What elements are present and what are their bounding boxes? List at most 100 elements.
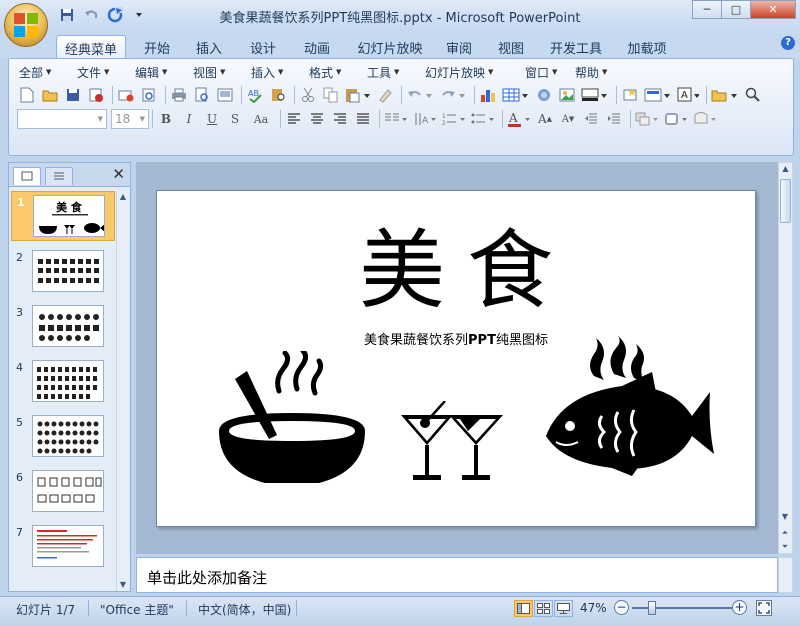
tab-home[interactable]: 开始 (136, 35, 178, 58)
redo-icon[interactable] (438, 85, 468, 105)
zoom-out-button[interactable]: − (614, 600, 629, 615)
slideshow-button[interactable] (554, 600, 573, 617)
tab-view[interactable]: 视图 (490, 35, 532, 58)
new-slide-icon[interactable] (620, 85, 640, 105)
slide-canvas[interactable]: 美食 美食果蔬餐饮系列PPT纯黑图标 (156, 190, 756, 527)
columns-icon[interactable] (383, 109, 409, 129)
tab-insert[interactable]: 插入 (188, 35, 230, 58)
clip-art-icon[interactable] (534, 85, 554, 105)
fit-to-window-icon[interactable] (756, 600, 772, 616)
thumbnail-scrollbar[interactable]: ▲ ▼ (116, 191, 129, 591)
underline-button[interactable]: U (202, 109, 222, 129)
normal-view-icon[interactable] (215, 85, 235, 105)
decrease-indent-icon[interactable] (581, 109, 601, 129)
menu-slideshow[interactable]: 幻灯片放映 ▼ (425, 64, 525, 80)
quick-styles-icon[interactable] (663, 109, 689, 129)
find-icon[interactable] (743, 85, 763, 105)
bold-button[interactable]: B (156, 109, 176, 129)
soup-bowl-icon[interactable] (217, 351, 367, 491)
bullets-icon[interactable] (470, 109, 496, 129)
notes-scrollbar[interactable] (778, 557, 793, 593)
font-name-combo[interactable]: ▼ (17, 109, 107, 129)
zoom-slider[interactable] (632, 607, 732, 609)
text-direction-icon[interactable]: A (412, 109, 438, 129)
slide-scrollbar[interactable]: ▲ ▼ ⏶ ⏷ (778, 162, 793, 554)
zoom-in-button[interactable]: + (732, 600, 747, 615)
insert-table-icon[interactable] (501, 85, 531, 105)
shrink-font-icon[interactable]: A ▼ (558, 109, 578, 129)
menu-format[interactable]: 格式 ▼ (309, 64, 367, 80)
border-color-icon[interactable] (580, 85, 610, 105)
change-case-button[interactable]: Aa (248, 109, 274, 129)
scroll-down-icon[interactable]: ▼ (779, 511, 791, 523)
tab-review[interactable]: 审阅 (438, 35, 480, 58)
shadow-button[interactable]: S (225, 109, 245, 129)
tab-slides[interactable] (13, 167, 41, 185)
tab-design[interactable]: 设计 (242, 35, 284, 58)
menu-tools[interactable]: 工具 ▼ (367, 64, 425, 80)
menu-view[interactable]: 视图 ▼ (193, 64, 251, 80)
undo-icon[interactable] (405, 85, 435, 105)
notes-pane[interactable]: 单击此处添加备注 (136, 557, 778, 593)
spelling-icon[interactable]: AB (245, 85, 265, 105)
slide-title[interactable]: 美食 (157, 225, 755, 317)
print-preview-icon[interactable] (192, 85, 212, 105)
slide-thumbnail[interactable]: 4 (11, 357, 115, 407)
open-folder-icon[interactable] (40, 85, 60, 105)
maximize-button[interactable]: □ (721, 0, 751, 19)
email-icon[interactable] (116, 85, 136, 105)
tab-slideshow[interactable]: 幻灯片放映 (350, 35, 430, 58)
menu-help[interactable]: 帮助 ▼ (575, 64, 625, 80)
slide-thumbnail[interactable]: 5 (11, 412, 115, 462)
new-document-icon[interactable] (17, 85, 37, 105)
close-panel-icon[interactable]: ✕ (112, 165, 125, 183)
grow-font-icon[interactable]: A ▲ (535, 109, 555, 129)
justify-icon[interactable] (353, 109, 373, 129)
menu-all[interactable]: 全部 ▼ (19, 64, 77, 80)
tab-addins[interactable]: 加载项 (620, 35, 674, 58)
arrange-icon[interactable] (634, 109, 660, 129)
tab-outline[interactable] (45, 167, 73, 185)
zoom-slider-thumb[interactable] (648, 601, 656, 615)
slide-thumbnail[interactable]: 7 (11, 522, 115, 572)
scroll-up-icon[interactable]: ▲ (779, 163, 792, 175)
menu-edit[interactable]: 编辑 ▼ (135, 64, 193, 80)
scroll-thumb[interactable] (780, 179, 791, 223)
font-size-combo[interactable]: 18 ▼ (111, 109, 149, 129)
office-button[interactable] (4, 3, 48, 47)
menu-file[interactable]: 文件 ▼ (77, 64, 135, 80)
font-color-icon[interactable]: A (506, 109, 532, 129)
menu-window[interactable]: 窗口 ▼ (525, 64, 575, 80)
permission-icon[interactable] (86, 85, 106, 105)
fish-icon[interactable] (542, 336, 717, 476)
normal-view-button[interactable] (514, 600, 533, 617)
increase-indent-icon[interactable] (604, 109, 624, 129)
copy-icon[interactable] (321, 85, 341, 105)
language-indicator[interactable]: 中文(简体，中国) (198, 601, 291, 618)
theme-name[interactable]: "Office 主题" (100, 601, 174, 618)
help-icon[interactable]: ? (781, 36, 795, 50)
cocktail-glasses-icon[interactable] (397, 401, 507, 496)
paste-icon[interactable] (344, 85, 372, 105)
slide-thumbnail[interactable]: 3 (11, 302, 115, 352)
slide-thumbnail[interactable]: 6 (11, 467, 115, 517)
previous-slide-icon[interactable]: ⏶ (779, 527, 791, 539)
research-icon[interactable] (268, 85, 288, 105)
insert-chart-icon[interactable] (478, 85, 498, 105)
align-right-icon[interactable] (330, 109, 350, 129)
tab-classic-menu[interactable]: 经典菜单 (56, 35, 126, 58)
cut-icon[interactable] (298, 85, 318, 105)
slide-sorter-button[interactable] (534, 600, 553, 617)
print-icon[interactable] (169, 85, 189, 105)
shape-outline-icon[interactable] (692, 109, 718, 129)
slide-thumbnail[interactable]: 2 (11, 247, 115, 297)
menu-insert[interactable]: 插入 ▼ (251, 64, 309, 80)
align-left-icon[interactable] (284, 109, 304, 129)
format-painter-icon[interactable] (375, 85, 395, 105)
italic-button[interactable]: I (179, 109, 199, 129)
tab-animations[interactable]: 动画 (296, 35, 338, 58)
export-pdf-icon[interactable] (139, 85, 159, 105)
save-icon[interactable] (63, 85, 83, 105)
align-center-icon[interactable] (307, 109, 327, 129)
scroll-down-icon[interactable]: ▼ (117, 579, 129, 591)
